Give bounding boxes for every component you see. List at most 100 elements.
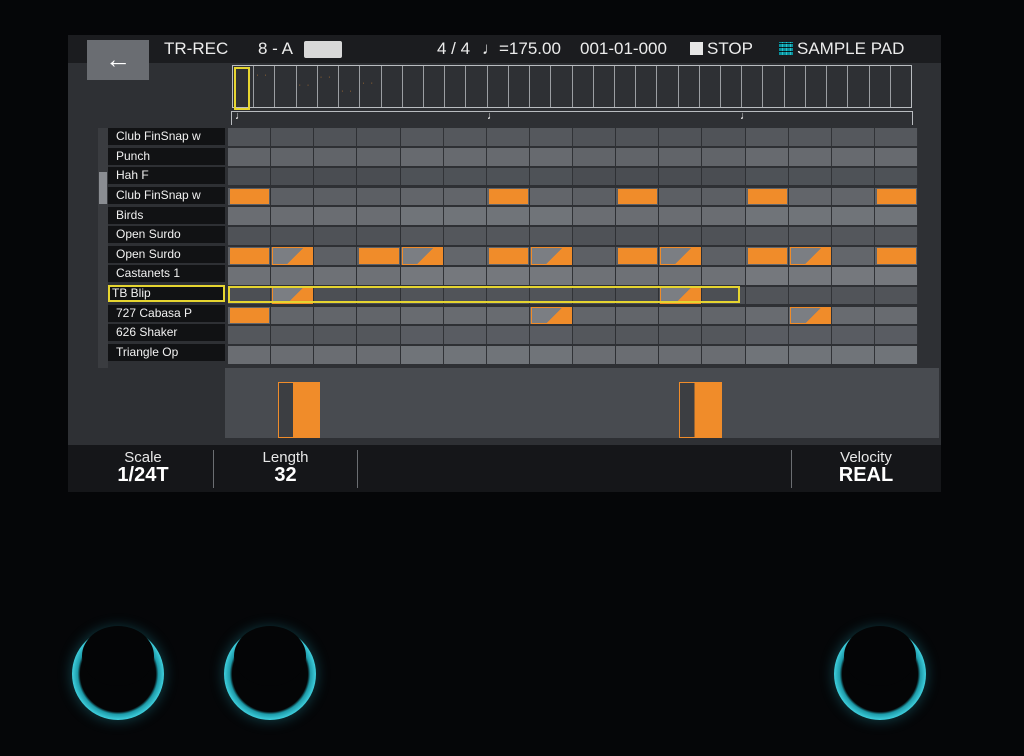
overview-cell[interactable] bbox=[700, 66, 722, 107]
step-cell[interactable] bbox=[529, 326, 573, 345]
step-cell[interactable] bbox=[400, 128, 444, 146]
step-note[interactable] bbox=[660, 247, 702, 265]
step-cell[interactable] bbox=[529, 266, 573, 285]
step-cell[interactable] bbox=[357, 227, 401, 245]
step-cell[interactable] bbox=[443, 167, 487, 186]
step-cell[interactable] bbox=[831, 187, 875, 206]
step-note[interactable] bbox=[747, 188, 787, 205]
overview-cell[interactable]: · · bbox=[254, 66, 276, 107]
step-cell[interactable] bbox=[314, 207, 358, 226]
step-cell[interactable] bbox=[659, 227, 703, 245]
step-cell[interactable] bbox=[831, 306, 875, 325]
overview-cell[interactable] bbox=[594, 66, 615, 107]
step-cell[interactable] bbox=[616, 128, 660, 146]
velocity-lane[interactable] bbox=[225, 368, 939, 438]
step-cell[interactable] bbox=[357, 187, 401, 206]
step-cell[interactable] bbox=[659, 167, 703, 186]
overview-cell[interactable] bbox=[742, 66, 764, 107]
overview-cell[interactable] bbox=[551, 66, 573, 107]
step-cell[interactable] bbox=[659, 266, 703, 285]
overview-cell[interactable] bbox=[488, 66, 509, 107]
step-cell[interactable] bbox=[831, 167, 875, 186]
step-cell[interactable] bbox=[443, 326, 487, 345]
step-cell[interactable] bbox=[702, 346, 746, 364]
step-cell[interactable] bbox=[874, 147, 918, 166]
step-cell[interactable] bbox=[486, 128, 530, 146]
pattern-name[interactable]: 8 - A bbox=[258, 39, 293, 59]
step-cell[interactable] bbox=[874, 128, 918, 146]
step-cell[interactable] bbox=[486, 266, 530, 285]
step-cell[interactable] bbox=[831, 247, 875, 265]
step-cell[interactable] bbox=[616, 147, 660, 166]
step-cell[interactable] bbox=[702, 167, 746, 186]
step-cell[interactable] bbox=[357, 167, 401, 186]
step-note[interactable] bbox=[488, 188, 528, 205]
step-cell[interactable] bbox=[659, 187, 703, 206]
overview-cell[interactable] bbox=[509, 66, 531, 107]
overview-cell[interactable] bbox=[763, 66, 785, 107]
step-cell[interactable] bbox=[573, 167, 617, 186]
overview-cell[interactable]: · · bbox=[339, 66, 361, 107]
step-cell[interactable] bbox=[573, 346, 617, 364]
step-cell[interactable] bbox=[745, 326, 789, 345]
step-cell[interactable] bbox=[486, 346, 530, 364]
step-cell[interactable] bbox=[529, 187, 573, 206]
overview-cell[interactable] bbox=[615, 66, 637, 107]
step-cell[interactable] bbox=[831, 326, 875, 345]
step-cell[interactable] bbox=[314, 227, 358, 245]
instrument-name[interactable]: Birds bbox=[108, 206, 225, 224]
step-cell[interactable] bbox=[616, 227, 660, 245]
step-cell[interactable] bbox=[616, 207, 660, 226]
step-cell[interactable] bbox=[831, 266, 875, 285]
step-cell[interactable] bbox=[400, 227, 444, 245]
velocity-bar[interactable] bbox=[679, 382, 722, 438]
step-cell[interactable] bbox=[745, 346, 789, 364]
step-note[interactable] bbox=[876, 188, 916, 205]
step-cell[interactable] bbox=[573, 147, 617, 166]
step-cell[interactable] bbox=[529, 128, 573, 146]
instrument-name[interactable]: Hah F bbox=[108, 167, 225, 185]
step-cell[interactable] bbox=[874, 326, 918, 345]
instrument-name[interactable]: 727 Cabasa P bbox=[108, 304, 225, 322]
step-cell[interactable] bbox=[702, 326, 746, 345]
step-cell[interactable] bbox=[702, 207, 746, 226]
step-cell[interactable] bbox=[443, 147, 487, 166]
step-cell[interactable] bbox=[702, 147, 746, 166]
step-cell[interactable] bbox=[616, 306, 660, 325]
step-cell[interactable] bbox=[788, 286, 832, 305]
overview-cell[interactable] bbox=[785, 66, 806, 107]
step-cell[interactable] bbox=[486, 227, 530, 245]
step-cell[interactable] bbox=[788, 147, 832, 166]
step-cell[interactable] bbox=[314, 167, 358, 186]
step-cell[interactable] bbox=[271, 207, 315, 226]
velocity-value[interactable]: REAL bbox=[816, 464, 916, 487]
step-cell[interactable] bbox=[788, 227, 832, 245]
overview-cell[interactable] bbox=[445, 66, 467, 107]
step-cell[interactable] bbox=[400, 207, 444, 226]
step-note[interactable] bbox=[747, 248, 787, 264]
step-note[interactable] bbox=[618, 248, 658, 264]
overview-cell[interactable] bbox=[424, 66, 446, 107]
step-cell[interactable] bbox=[400, 147, 444, 166]
velocity-knob[interactable] bbox=[834, 626, 926, 720]
step-cell[interactable] bbox=[443, 306, 487, 325]
length-value[interactable]: 32 bbox=[238, 464, 333, 487]
step-cell[interactable] bbox=[443, 346, 487, 364]
step-cell[interactable] bbox=[702, 227, 746, 245]
step-cell[interactable] bbox=[314, 247, 358, 265]
step-cell[interactable] bbox=[314, 147, 358, 166]
step-cell[interactable] bbox=[745, 306, 789, 325]
step-cell[interactable] bbox=[659, 306, 703, 325]
overview-cell[interactable] bbox=[679, 66, 700, 107]
step-cell[interactable] bbox=[271, 167, 315, 186]
step-cell[interactable] bbox=[616, 266, 660, 285]
instrument-name[interactable]: Club FinSnap w bbox=[108, 186, 225, 204]
step-cell[interactable] bbox=[788, 207, 832, 226]
step-cell[interactable] bbox=[659, 147, 703, 166]
overview-cell[interactable]: · · bbox=[318, 66, 340, 107]
step-note[interactable] bbox=[272, 247, 314, 265]
step-note[interactable] bbox=[530, 247, 573, 265]
step-cell[interactable] bbox=[573, 247, 617, 265]
step-cell[interactable] bbox=[486, 147, 530, 166]
overview-cell[interactable] bbox=[657, 66, 679, 107]
